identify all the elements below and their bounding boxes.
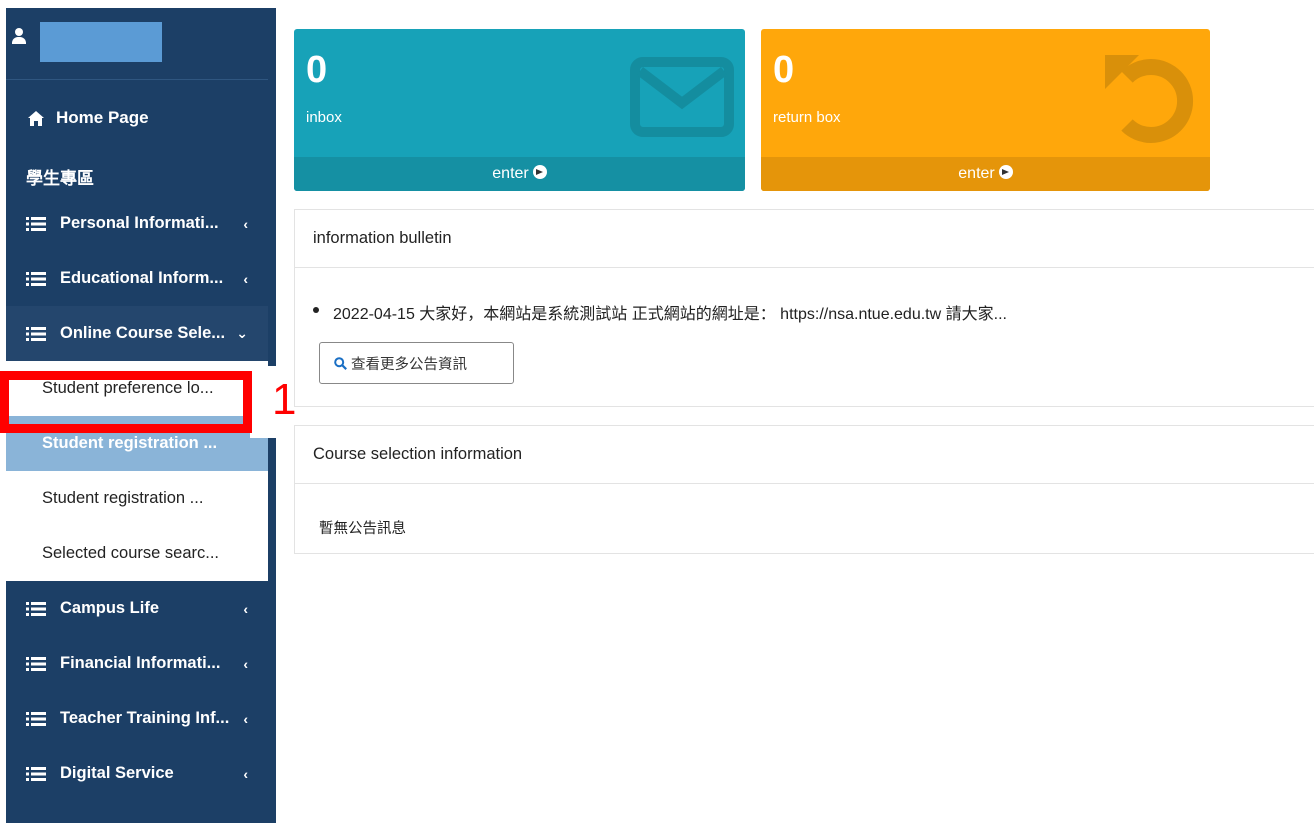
chevron-down-icon: ⌄ [236, 325, 248, 341]
panel-title: Course selection information [295, 426, 1314, 484]
user-name-redacted [40, 22, 162, 62]
enter-label: enter [492, 165, 529, 182]
inbox-box: 0 inbox enter [294, 29, 745, 191]
more-button-label: 查看更多公告資訊 [351, 356, 467, 373]
menu-campus-life[interactable]: Campus Life ‹ [6, 581, 268, 636]
menu-label: Campus Life [60, 599, 160, 617]
home-page-label: Home Page [56, 108, 149, 127]
menu-label: Teacher Training Inf... [60, 709, 230, 727]
course-selection-panel: Course selection information 暫無公告訊息 [294, 425, 1314, 554]
list-icon [26, 601, 46, 616]
enter-label: enter [958, 165, 995, 182]
list-icon [26, 766, 46, 781]
return-box-enter-link[interactable]: enter [761, 157, 1210, 191]
menu-online-course-selection[interactable]: Online Course Sele... ⌄ [6, 306, 268, 361]
menu-label: Digital Service [60, 764, 174, 782]
annotation-highlight-box [0, 371, 252, 433]
course-info-body: 暫無公告訊息 [319, 521, 406, 537]
more-announcements-button[interactable]: 查看更多公告資訊 [319, 342, 514, 384]
chevron-left-icon: ‹ [243, 600, 248, 617]
menu-educational-information[interactable]: Educational Inform... ‹ [6, 251, 268, 306]
return-box: 0 return box enter [761, 29, 1210, 191]
menu-teacher-training[interactable]: Teacher Training Inf... ‹ [6, 691, 268, 746]
chevron-left-icon: ‹ [243, 270, 248, 287]
chevron-left-icon: ‹ [243, 765, 248, 782]
panel-title: information bulletin [295, 210, 1314, 268]
home-icon [28, 110, 44, 126]
annotation-number: 1 [272, 375, 297, 424]
menu-label: Educational Inform... [60, 269, 224, 287]
arrow-circle-right-icon [998, 165, 1013, 179]
arrow-circle-right-icon [532, 165, 547, 179]
submenu-selected-course-search[interactable]: Selected course searc... [6, 526, 268, 581]
chevron-left-icon: ‹ [243, 710, 248, 727]
menu-financial-information[interactable]: Financial Informati... ‹ [6, 636, 268, 691]
chevron-left-icon: ‹ [243, 215, 248, 232]
return-box-count: 0 [773, 49, 795, 91]
user-row[interactable] [6, 8, 268, 80]
list-icon [26, 656, 46, 671]
inbox-caption: inbox [306, 109, 342, 126]
section-title: 學生專區 [26, 168, 94, 188]
bulletin-item[interactable]: 2022-04-15 大家好，本網站是系統測試站 正式網站的網址是： https… [313, 300, 1007, 324]
list-icon [26, 711, 46, 726]
menu-label: Online Course Sele... [60, 324, 226, 342]
submenu-student-registration[interactable]: Student registration ... [6, 471, 268, 526]
menu-label: Personal Informati... [60, 214, 219, 232]
information-bulletin-panel: information bulletin 2022-04-15 大家好，本網站是… [294, 209, 1314, 407]
chevron-left-icon: ‹ [243, 655, 248, 672]
list-icon [26, 326, 46, 341]
inbox-enter-link[interactable]: enter [294, 157, 745, 191]
user-icon [12, 28, 26, 46]
list-icon [26, 271, 46, 286]
home-page-link[interactable]: Home Page [6, 80, 268, 156]
return-box-caption: return box [773, 109, 841, 126]
menu-personal-information[interactable]: Personal Informati... ‹ [6, 196, 268, 251]
page: Home Page 學生專區 Personal Informati... ‹ E… [0, 0, 1314, 823]
envelope-icon [630, 57, 734, 137]
menu-label: Financial Informati... [60, 654, 221, 672]
inbox-count: 0 [306, 49, 328, 91]
undo-icon [1105, 55, 1193, 143]
list-icon [26, 216, 46, 231]
search-icon [334, 356, 347, 370]
menu-digital-service[interactable]: Digital Service ‹ [6, 746, 268, 801]
